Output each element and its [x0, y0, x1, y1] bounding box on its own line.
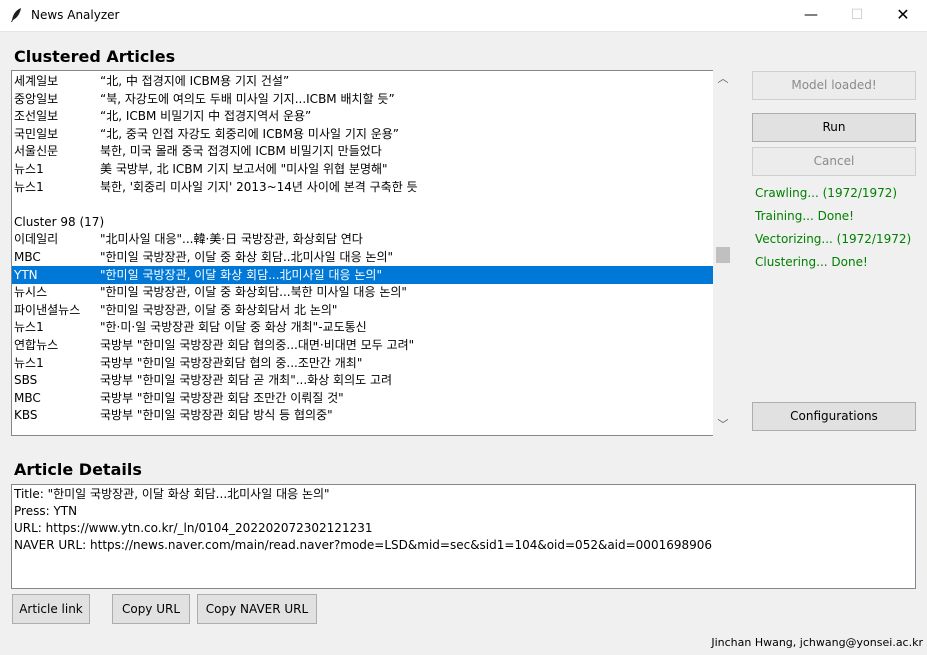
row-headline: 국방부 "한미일 국방장관회담 협의 중...조만간 개최" [100, 355, 363, 370]
row-press: KBS [14, 408, 38, 423]
detail-url-line: URL: https://www.ytn.co.kr/_ln/0104_2022… [14, 521, 373, 535]
run-button[interactable]: Run [752, 113, 916, 142]
row-press: 뉴스1 [14, 320, 44, 335]
row-press: MBC [14, 250, 41, 264]
list-row[interactable]: 중앙일보 “북, 자강도에 여의도 두배 미사일 기지...ICBM 배치할 듯” [12, 90, 714, 108]
row-press: 이데일리 [14, 232, 59, 247]
minimize-button[interactable]: — [788, 0, 834, 31]
row-press: 뉴시스 [14, 285, 48, 300]
row-headline: “北, 中 접경지에 ICBM용 기지 건설” [100, 74, 290, 88]
list-scrollbar[interactable]: ︿ ﹀ [713, 70, 733, 436]
row-headline: "한미일 국방장관, 이달 화상 회담...北미사일 대응 논의" [100, 267, 382, 282]
article-listbox[interactable]: 세계일보 “北, 中 접경지에 ICBM용 기지 건설” 중앙일보 “북, 자강도에 … [11, 70, 715, 436]
row-press: 세계일보 [14, 74, 59, 88]
status-training: Training... Done! [755, 209, 854, 223]
list-row[interactable]: 조선일보 “北, ICBM 비밀기지 中 접경지역서 운용” [12, 107, 714, 125]
row-headline: “北, ICBM 비밀기지 中 접경지역서 운용” [100, 109, 312, 124]
window-title: News Analyzer [31, 8, 120, 22]
maximize-button[interactable]: ☐ [834, 0, 880, 31]
row-press: 서울신문 [14, 144, 59, 159]
row-press: 국민일보 [14, 126, 59, 141]
status-crawling: Crawling... (1972/1972) [755, 186, 898, 200]
row-press: 조선일보 [14, 109, 59, 124]
scroll-thumb[interactable] [716, 247, 730, 263]
article-details-text[interactable]: Title: "한미일 국방장관, 이달 화상 회담...北미사일 대응 논의"… [11, 484, 916, 589]
list-row[interactable]: MBC "한미일 국방장관, 이달 중 화상 회담..北미사일 대응 논의" [12, 248, 714, 266]
copy-url-button[interactable]: Copy URL [112, 594, 190, 624]
detail-naver-url-line: NAVER URL: https://news.naver.com/main/r… [14, 538, 713, 552]
row-press: 연합뉴스 [14, 338, 59, 352]
list-row[interactable] [12, 195, 714, 213]
list-row[interactable]: SBS 국방부 "한미일 국방장관 회담 곧 개최"...화상 회의도 고려 [12, 371, 714, 389]
row-press: 뉴스1 [14, 179, 44, 194]
row-headline: 국방부 "한미일 국방장관 회담 협의중...대면·비대면 모두 고려" [100, 338, 415, 352]
row-headline: 美 국방부, 北 ICBM 기지 보고서에 "미사일 위협 분명해" [100, 162, 388, 176]
row-headline: "한미일 국방장관, 이달 중 화상회담...북한 미사일 대응 논의" [100, 285, 407, 300]
row-press: YTN [14, 267, 38, 282]
row-press: 파이낸셜뉴스 [14, 302, 81, 317]
list-row[interactable]: 뉴스1 "한·미·일 국방장관 회담 이달 중 화상 개최"-교도통신 [12, 318, 714, 336]
list-row[interactable]: 연합뉴스 국방부 "한미일 국방장관 회담 협의중...대면·비대면 모두 고려" [12, 336, 714, 354]
chevron-down-icon[interactable]: ﹀ [713, 416, 733, 434]
list-row[interactable]: 뉴스1 국방부 "한미일 국방장관회담 협의 중...조만간 개최" [12, 354, 714, 372]
status-clustering: Clustering... Done! [755, 255, 868, 269]
article-link-button[interactable]: Article link [12, 594, 90, 624]
list-row[interactable]: 이데일리 "北미사일 대응"...韓·美·日 국방장관, 화상회담 연다 [12, 230, 714, 248]
list-row-selected[interactable]: YTN "한미일 국방장관, 이달 화상 회담...北미사일 대응 논의" [12, 265, 714, 284]
title-bar: News Analyzer — ☐ ✕ [0, 0, 927, 32]
row-headline: “북, 자강도에 여의도 두배 미사일 기지...ICBM 배치할 듯” [100, 91, 395, 106]
row-press: Cluster 98 (17) [14, 214, 105, 229]
row-headline: "한미일 국방장관, 이달 중 화상 회담..北미사일 대응 논의" [100, 250, 394, 264]
detail-press-line: Press: YTN [14, 504, 78, 518]
row-headline: "한미일 국방장관, 이달 중 화상회담서 北 논의" [100, 302, 338, 317]
row-headline: "한·미·일 국방장관 회담 이달 중 화상 개최"-교도통신 [100, 320, 367, 335]
list-row[interactable]: 파이낸셜뉴스 "한미일 국방장관, 이달 중 화상회담서 北 논의" [12, 301, 714, 319]
row-press: 중앙일보 [14, 91, 59, 106]
close-button[interactable]: ✕ [880, 0, 926, 31]
configurations-button[interactable]: Configurations [752, 402, 916, 431]
author-footer: Jinchan Hwang, jchwang@yonsei.ac.kr [711, 636, 923, 649]
row-press: 뉴스1 [14, 355, 44, 370]
row-headline: 북한, 미국 몰래 중국 접경지에 ICBM 비밀기지 만들었다 [100, 144, 382, 159]
chevron-up-icon[interactable]: ︿ [713, 70, 733, 88]
model-loaded-button[interactable]: Model loaded! [752, 71, 916, 100]
row-headline: 국방부 "한미일 국방장관 회담 곧 개최"...화상 회의도 고려 [100, 373, 393, 388]
list-row[interactable]: 뉴스1 美 국방부, 北 ICBM 기지 보고서에 "미사일 위협 분명해" [12, 160, 714, 178]
row-press: 뉴스1 [14, 162, 44, 176]
status-vectorizing: Vectorizing... (1972/1972) [755, 232, 912, 246]
row-press: MBC [14, 390, 41, 405]
feather-icon [11, 8, 21, 22]
list-row[interactable]: Cluster 98 (17) [12, 213, 714, 231]
row-headline: 북한, '회중리 미사일 기지' 2013~14년 사이에 본격 구축한 듯 [100, 179, 418, 194]
row-headline: "北미사일 대응"...韓·美·日 국방장관, 화상회담 연다 [100, 232, 363, 247]
list-row[interactable]: 국민일보 “北, 중국 인접 자강도 회중리에 ICBM용 미사일 기지 운용” [12, 125, 714, 143]
list-row[interactable]: 서울신문 북한, 미국 몰래 중국 접경지에 ICBM 비밀기지 만들었다 [12, 142, 714, 160]
article-details-heading: Article Details [14, 460, 142, 479]
row-headline: 국방부 "한미일 국방장관 회담 조만간 이뤄질 것" [100, 390, 344, 405]
list-row[interactable]: 뉴스1 북한, '회중리 미사일 기지' 2013~14년 사이에 본격 구축한 … [12, 178, 714, 196]
detail-title-line: Title: "한미일 국방장관, 이달 화상 회담...北미사일 대응 논의" [14, 487, 330, 501]
copy-naver-url-button[interactable]: Copy NAVER URL [197, 594, 317, 624]
row-headline: “北, 중국 인접 자강도 회중리에 ICBM용 미사일 기지 운용” [100, 126, 400, 141]
row-headline: 국방부 "한미일 국방장관 회담 방식 등 협의중" [100, 408, 333, 423]
row-press: SBS [14, 373, 38, 388]
list-row[interactable]: MBC 국방부 "한미일 국방장관 회담 조만간 이뤄질 것" [12, 389, 714, 407]
cancel-button[interactable]: Cancel [752, 147, 916, 176]
list-row[interactable]: 뉴시스 "한미일 국방장관, 이달 중 화상회담...북한 미사일 대응 논의" [12, 283, 714, 301]
list-row[interactable]: 세계일보 “北, 中 접경지에 ICBM용 기지 건설” [12, 72, 714, 90]
list-row[interactable]: KBS 국방부 "한미일 국방장관 회담 방식 등 협의중" [12, 406, 714, 424]
clustered-articles-heading: Clustered Articles [14, 47, 176, 66]
